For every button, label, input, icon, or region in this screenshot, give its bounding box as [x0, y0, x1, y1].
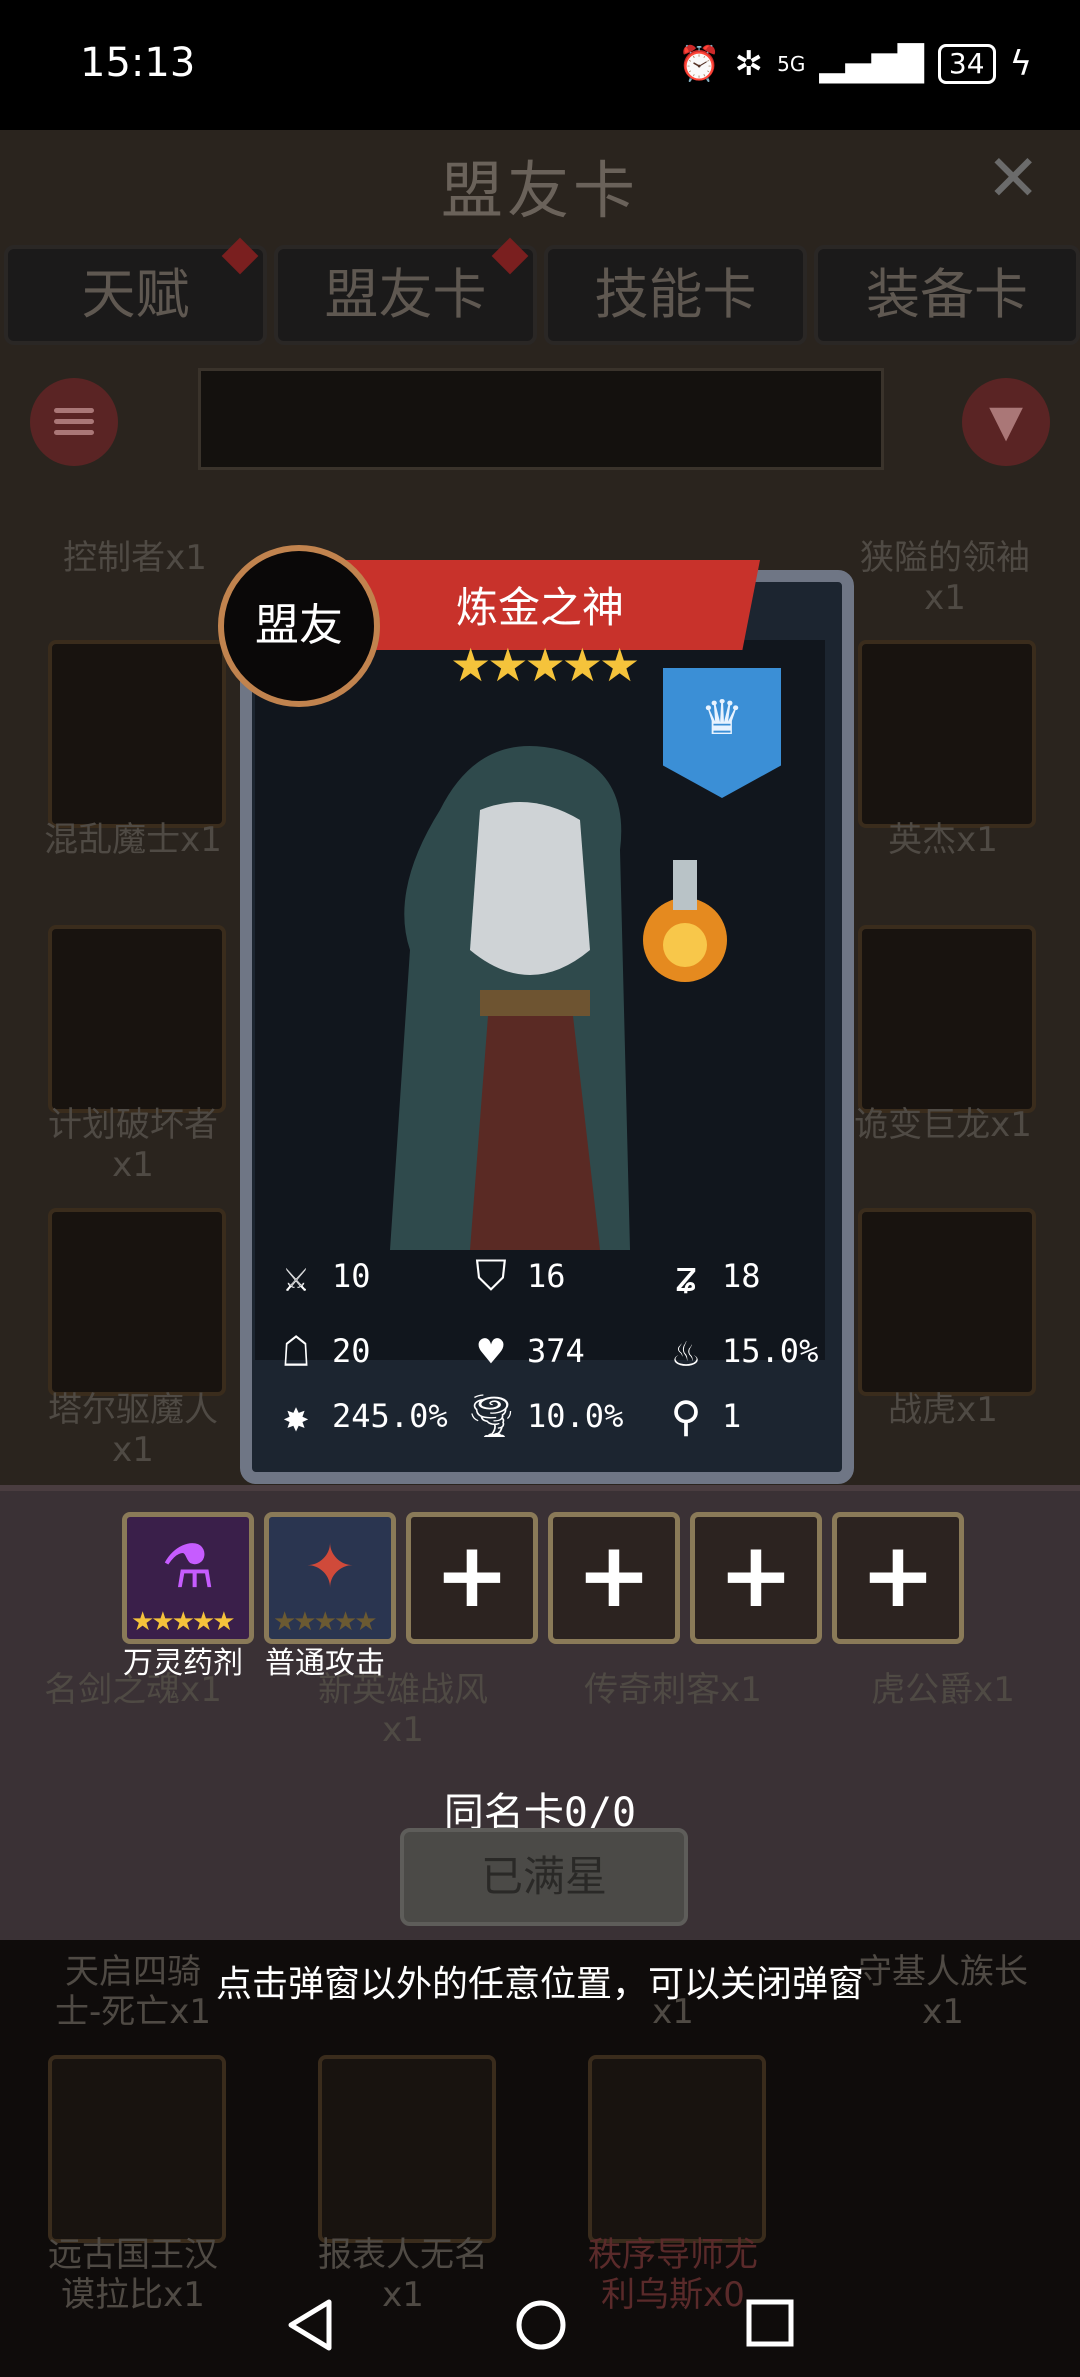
plus-icon: +: [576, 1523, 652, 1628]
list-item-label: 虎公爵x1: [871, 1670, 1015, 1710]
max-star-button[interactable]: 已满星: [400, 1828, 688, 1926]
skill-slot-empty[interactable]: +: [548, 1512, 680, 1644]
heart-icon: ♥: [478, 1326, 504, 1376]
list-item[interactable]: [858, 1208, 1036, 1396]
back-icon[interactable]: [285, 2298, 335, 2352]
tab-skill-card[interactable]: 技能卡: [544, 245, 807, 345]
list-item-label: 狭隘的领袖 x1: [860, 538, 1030, 618]
tab-label: 技能卡: [594, 263, 757, 326]
filter-icon[interactable]: ▼: [962, 378, 1050, 466]
tornado-icon: 🌪: [464, 1391, 518, 1440]
tab-label: 装备卡: [866, 263, 1028, 326]
list-item[interactable]: [48, 925, 226, 1113]
list-item-label: 诡变巨龙x1: [854, 1105, 1032, 1145]
tab-talent[interactable]: 天赋: [4, 237, 267, 345]
list-item[interactable]: [318, 2055, 496, 2243]
page-title: 盟友卡: [440, 154, 639, 227]
whirl-icon: ʑ: [673, 1251, 699, 1301]
home-icon[interactable]: [514, 2298, 568, 2352]
plus-icon: +: [860, 1523, 936, 1628]
alchemist-wizard-art: [390, 746, 727, 1250]
list-item-label: 新英雄战风 x1: [318, 1670, 488, 1750]
stat-value: 18: [722, 1257, 761, 1295]
card-star-rating: ★★★★★: [450, 638, 640, 692]
potion-icon: ⚗: [161, 1532, 215, 1602]
stat-value: 10: [332, 1257, 371, 1295]
battery-indicator: 34: [937, 44, 996, 84]
stat-value: 374: [527, 1332, 585, 1370]
stat-dodge: ʑ 18: [660, 1250, 761, 1302]
list-item[interactable]: [588, 2055, 766, 2243]
sword-icon: ⚔: [283, 1251, 309, 1301]
list-item[interactable]: [48, 2055, 226, 2243]
mage-attack-icon: ✦: [304, 1532, 356, 1602]
list-item[interactable]: [858, 925, 1036, 1113]
ally-badge: 盟友: [218, 545, 380, 707]
list-item-label: 控制者x1: [63, 538, 207, 578]
list-item[interactable]: [858, 640, 1036, 828]
navigation-bar: [0, 2270, 1080, 2377]
list-item-label: 计划破坏者 x1: [48, 1105, 218, 1185]
tab-equipment-card[interactable]: 装备卡: [814, 245, 1080, 345]
list-item-label: 战虎x1: [888, 1390, 998, 1430]
list-item-label: 塔尔驱魔人 x1: [48, 1390, 218, 1470]
skill-stars: ★★★★★: [131, 1607, 236, 1637]
close-icon[interactable]: ✕: [986, 142, 1040, 216]
status-icons: ⏰ ✲ 5G ▂▄▆█ 34 ϟ: [678, 44, 1032, 84]
skill-slot-empty[interactable]: +: [832, 1512, 964, 1644]
boot-icon: ⚲: [670, 1391, 702, 1441]
stat-hood: ☖ 20: [270, 1325, 371, 1377]
search-input[interactable]: [198, 368, 884, 470]
stat-defense: ⛉ 16: [465, 1250, 566, 1302]
stat-value: 15.0%: [722, 1332, 819, 1370]
stat-value: 1: [722, 1397, 742, 1435]
status-time: 15:13: [80, 40, 196, 86]
stat-crit: ♨ 15.0%: [660, 1325, 818, 1377]
stat-value: 16: [527, 1257, 566, 1295]
stat-crit-damage: ✸ 245.0%: [270, 1390, 448, 1442]
charging-icon: ϟ: [1009, 44, 1032, 84]
hood-icon: ☖: [283, 1326, 309, 1376]
alarm-icon: ⏰: [678, 44, 721, 84]
plus-icon: +: [434, 1523, 510, 1628]
crown-icon: ♛: [700, 690, 744, 746]
stat-value: 20: [332, 1332, 371, 1370]
stat-value: 245.0%: [332, 1397, 448, 1435]
stat-attack: ⚔ 10: [270, 1250, 371, 1302]
fan-icon: ✲: [734, 44, 764, 84]
network-label: 5G: [777, 52, 806, 76]
recents-icon[interactable]: [745, 2298, 795, 2348]
stat-tornado: 🌪 10.0%: [464, 1390, 624, 1442]
panel-divider: [0, 1485, 1080, 1491]
skill-slot-empty[interactable]: +: [406, 1512, 538, 1644]
skill-slot-potion[interactable]: ⚗ ★★★★★: [122, 1512, 254, 1644]
stat-value: 10.0%: [527, 1397, 624, 1435]
signal-icon: ▂▄▆█: [819, 44, 924, 84]
splash-icon: ✸: [283, 1391, 309, 1441]
menu-button[interactable]: [30, 378, 118, 466]
list-item-label: 英杰x1: [888, 820, 998, 860]
close-hint: 点击弹窗以外的任意位置，可以关闭弹窗: [215, 1964, 864, 2005]
stat-speed: ⚲ 1: [660, 1390, 742, 1442]
tab-ally-card[interactable]: 盟友卡: [274, 237, 537, 345]
list-item-label: 混乱魔士x1: [44, 820, 222, 860]
flame-icon: ♨: [673, 1326, 699, 1376]
stat-health: ♥ 374: [465, 1325, 585, 1377]
shield-icon: ⛉: [475, 1251, 507, 1300]
list-item[interactable]: [48, 1208, 226, 1396]
list-item[interactable]: [48, 640, 226, 828]
skill-slot-attack[interactable]: ✦ ★★★★★: [264, 1512, 396, 1644]
skill-label: 普通攻击: [265, 1646, 385, 1681]
tab-label: 盟友卡: [324, 263, 487, 326]
plus-icon: +: [718, 1523, 794, 1628]
list-item-label: 传奇刺客x1: [584, 1670, 762, 1710]
tab-label: 天赋: [81, 263, 190, 326]
skill-stars: ★★★★★: [273, 1607, 378, 1637]
card-name: 炼金之神: [455, 583, 624, 632]
skill-slot-empty[interactable]: +: [690, 1512, 822, 1644]
